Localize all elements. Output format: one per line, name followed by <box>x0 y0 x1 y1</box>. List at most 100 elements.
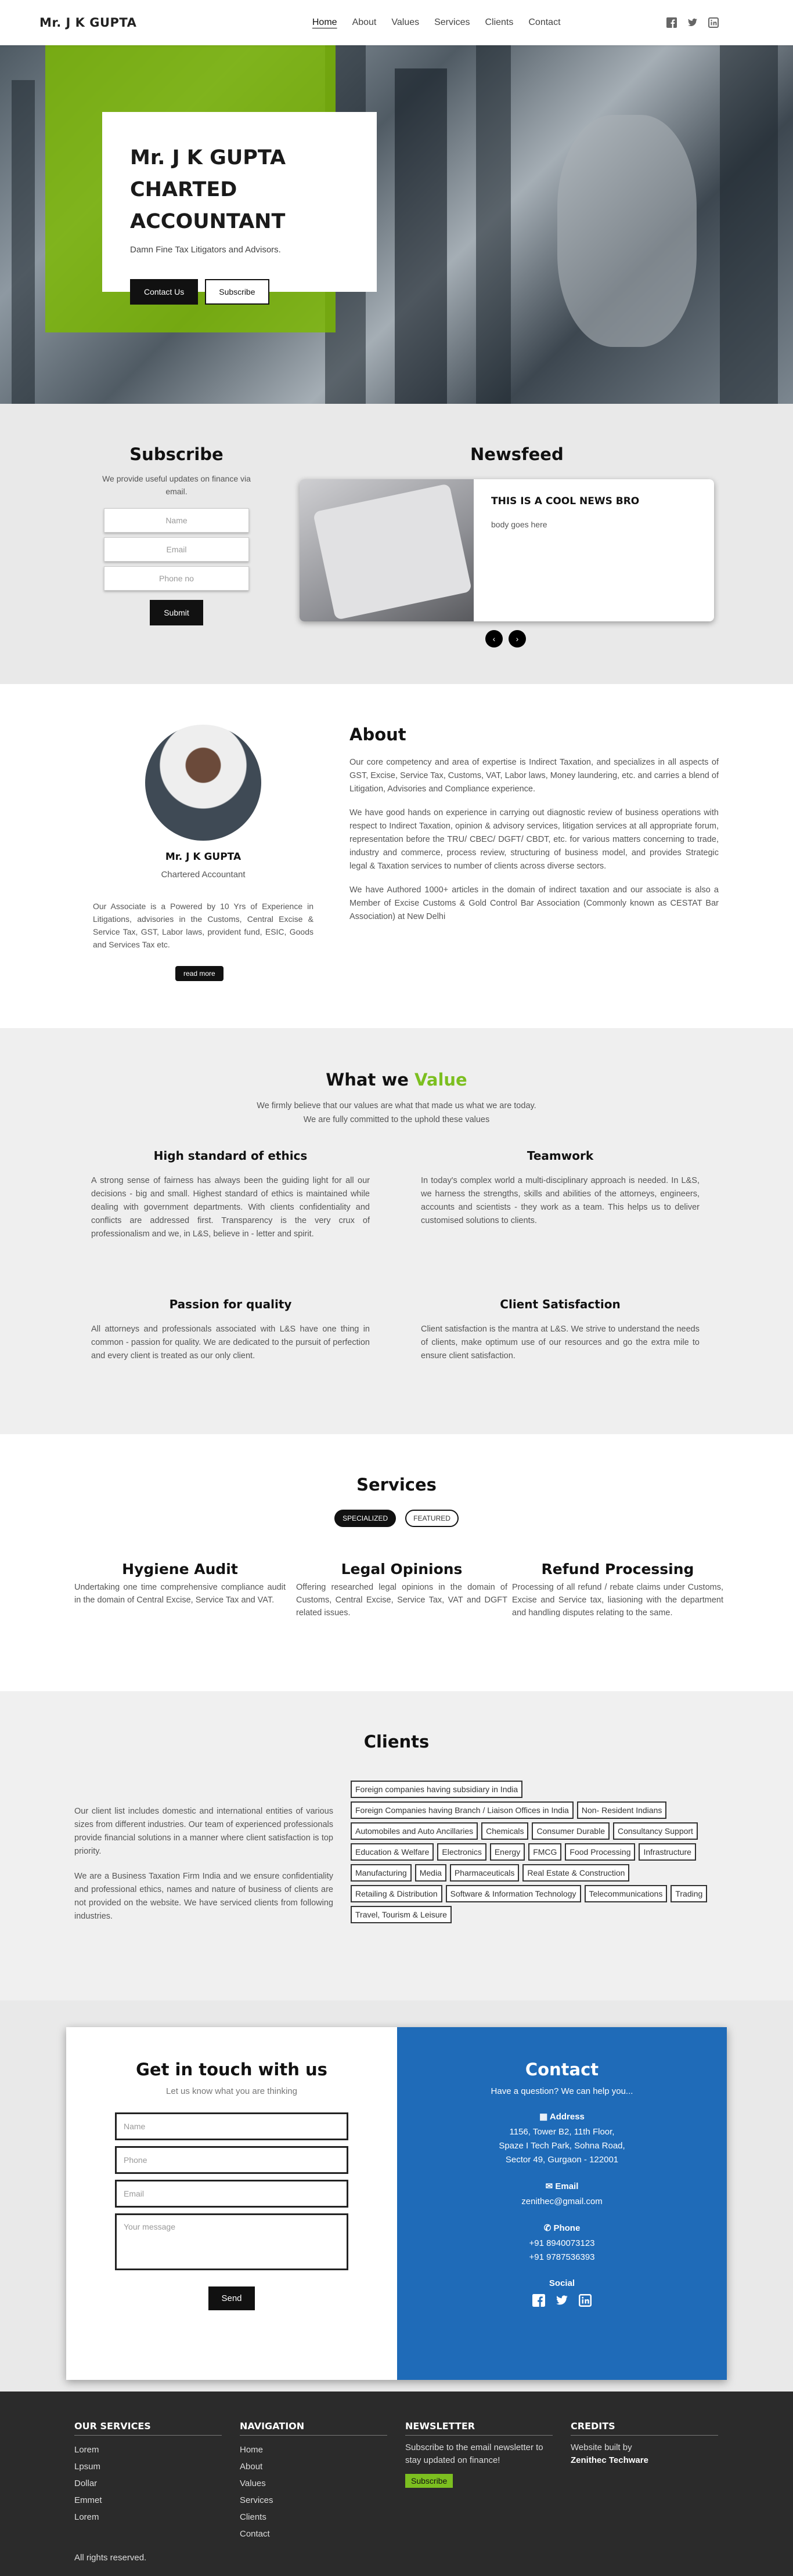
value-item: High standard of ethics A strong sense o… <box>91 1149 370 1241</box>
news-carousel-controls: ‹ › <box>485 630 526 647</box>
values-heading: What we Value <box>326 1070 467 1090</box>
subscribe-text: We provide useful updates on finance via… <box>102 474 251 496</box>
tab-featured[interactable]: FEATURED <box>405 1510 459 1527</box>
nav-link-clients[interactable]: Clients <box>485 17 513 28</box>
footer-navigation: NAVIGATION Home About Values Services Cl… <box>240 2421 387 2542</box>
nav-link-home[interactable]: Home <box>312 17 337 28</box>
footer-nav-link[interactable]: Clients <box>240 2509 387 2526</box>
credits-name[interactable]: Zenithec Techware <box>571 2454 718 2467</box>
social-label: Social <box>549 2278 575 2288</box>
laptop-image-shape <box>312 483 473 620</box>
industry-tag: Pharmaceuticals <box>449 1864 520 1882</box>
contact-form: Get in touch with us Let us know what yo… <box>66 2027 397 2380</box>
industry-tag: Electronics <box>437 1843 486 1861</box>
address-line: Spaze I Tech Park, Sohna Road, <box>499 2141 625 2151</box>
phone-number[interactable]: +91 9787536393 <box>420 2251 704 2264</box>
subscribe-newsfeed-section: Subscribe We provide useful updates on f… <box>0 404 793 684</box>
nav-link-services[interactable]: Services <box>434 17 470 28</box>
contact-form-subheading: Let us know what you are thinking <box>166 2086 297 2096</box>
contact-email-input[interactable]: Email <box>115 2180 348 2208</box>
about-person-name: Mr. J K GUPTA <box>165 851 241 863</box>
newsletter-text: Subscribe to the email newsletter to sta… <box>405 2443 543 2465</box>
facebook-icon[interactable] <box>532 2294 545 2307</box>
footer-link[interactable]: Dollar <box>74 2475 222 2492</box>
about-section: Mr. J K GUPTA Chartered Accountant Our A… <box>0 684 793 1028</box>
brand-logo[interactable]: Mr. J K GUPTA <box>39 16 136 30</box>
chevron-right-icon[interactable]: › <box>509 630 526 647</box>
footer-nav-link[interactable]: About <box>240 2458 387 2475</box>
news-image <box>300 479 474 621</box>
footer-nav-link[interactable]: Contact <box>240 2526 387 2542</box>
email-address[interactable]: zenithec@gmail.com <box>420 2195 704 2209</box>
industry-tag: Foreign Companies having Branch / Liaiso… <box>351 1801 574 1819</box>
footer-link[interactable]: Lorem <box>74 2509 222 2526</box>
envelope-icon: ✉ <box>545 2181 556 2191</box>
industry-tag: Non- Resident Indians <box>576 1801 667 1819</box>
footer-link[interactable]: Emmet <box>74 2492 222 2509</box>
industry-tag: Telecommunications <box>584 1885 668 1902</box>
value-text: Client satisfaction is the mantra at L&S… <box>421 1325 700 1361</box>
phone-icon: ✆ <box>543 2223 554 2233</box>
nav-link-about[interactable]: About <box>352 17 377 28</box>
industry-tag: Consumer Durable <box>532 1822 610 1840</box>
about-paragraph: We have Authored 1000+ articles in the d… <box>349 885 719 921</box>
contact-message-textarea[interactable]: Your message <box>115 2213 348 2270</box>
copyright: All rights reserved. <box>74 2553 147 2563</box>
contact-card: Get in touch with us Let us know what yo… <box>66 2027 727 2380</box>
subscribe-submit-button[interactable]: Submit <box>150 600 203 625</box>
contact-phone-input[interactable]: Phone <box>115 2146 348 2174</box>
industry-tag: Energy <box>489 1843 525 1861</box>
chevron-left-icon[interactable]: ‹ <box>485 630 503 647</box>
phone-label: ✆ Phone <box>543 2223 581 2233</box>
contact-info-heading: Contact <box>525 2060 599 2079</box>
subscribe-email-input[interactable]: Email <box>104 537 249 562</box>
value-text: In today's complex world a multi-discipl… <box>421 1176 700 1225</box>
contact-name-input[interactable]: Name <box>115 2112 348 2140</box>
industry-tag: Infrastructure <box>639 1843 696 1861</box>
clients-heading: Clients <box>363 1732 430 1752</box>
footer-nav-link[interactable]: Services <box>240 2492 387 2509</box>
linkedin-icon[interactable] <box>708 17 719 28</box>
news-card[interactable]: THIS IS A COOL NEWS BRO body goes here <box>300 479 714 621</box>
newsletter-subscribe-button[interactable]: Subscribe <box>405 2474 453 2488</box>
value-text: A strong sense of fairness has always be… <box>91 1176 370 1239</box>
nav-link-contact[interactable]: Contact <box>528 17 560 28</box>
service-item: Hygiene Audit Undertaking one time compr… <box>74 1561 286 1607</box>
facebook-icon[interactable] <box>666 17 677 28</box>
industry-tag: Food Processing <box>565 1843 636 1861</box>
footer-link[interactable]: Lpsum <box>74 2458 222 2475</box>
footer-nav-link[interactable]: Home <box>240 2441 387 2458</box>
footer-heading: CREDITS <box>571 2421 718 2436</box>
send-button[interactable]: Send <box>208 2286 255 2310</box>
top-navbar: Mr. J K GUPTA Home About Values Services… <box>0 0 793 45</box>
nav-social <box>666 17 719 28</box>
footer-services: OUR SERVICES Lorem Lpsum Dollar Emmet Lo… <box>74 2421 222 2526</box>
footer-nav-link[interactable]: Values <box>240 2475 387 2492</box>
values-section: What we Value We firmly believe that our… <box>0 1028 793 1434</box>
value-item: Passion for quality All attorneys and pr… <box>91 1297 370 1363</box>
linkedin-icon[interactable] <box>579 2294 592 2307</box>
service-text: Processing of all refund / rebate claims… <box>512 1583 723 1618</box>
service-item: Refund Processing Processing of all refu… <box>512 1561 723 1619</box>
footer: OUR SERVICES Lorem Lpsum Dollar Emmet Lo… <box>0 2392 793 2576</box>
contact-us-button[interactable]: Contact Us <box>130 279 199 305</box>
twitter-icon[interactable] <box>687 17 698 28</box>
contact-info-subheading: Have a question? We can help you... <box>491 2086 633 2096</box>
nav-link-values[interactable]: Values <box>391 17 419 28</box>
about-paragraph: We have good hands on experience in carr… <box>349 808 719 871</box>
contact-section: Get in touch with us Let us know what yo… <box>0 2000 793 2392</box>
phone-number[interactable]: +91 8940073123 <box>420 2237 704 2251</box>
subscribe-phone-input[interactable]: Phone no <box>104 566 249 591</box>
about-person-role: Chartered Accountant <box>161 870 246 880</box>
value-title: Client Satisfaction <box>500 1297 621 1311</box>
footer-link[interactable]: Lorem <box>74 2441 222 2458</box>
value-item: Client Satisfaction Client satisfaction … <box>421 1297 700 1363</box>
value-title: High standard of ethics <box>153 1149 308 1163</box>
industry-tag: Consultancy Support <box>612 1822 698 1840</box>
hero-subscribe-button[interactable]: Subscribe <box>205 279 269 305</box>
read-more-button[interactable]: read more <box>175 966 224 981</box>
subscribe-name-input[interactable]: Name <box>104 508 249 533</box>
tab-specialized[interactable]: SPECIALIZED <box>334 1510 396 1527</box>
twitter-icon[interactable] <box>556 2294 568 2307</box>
industry-tag: Retailing & Distribution <box>351 1885 442 1902</box>
